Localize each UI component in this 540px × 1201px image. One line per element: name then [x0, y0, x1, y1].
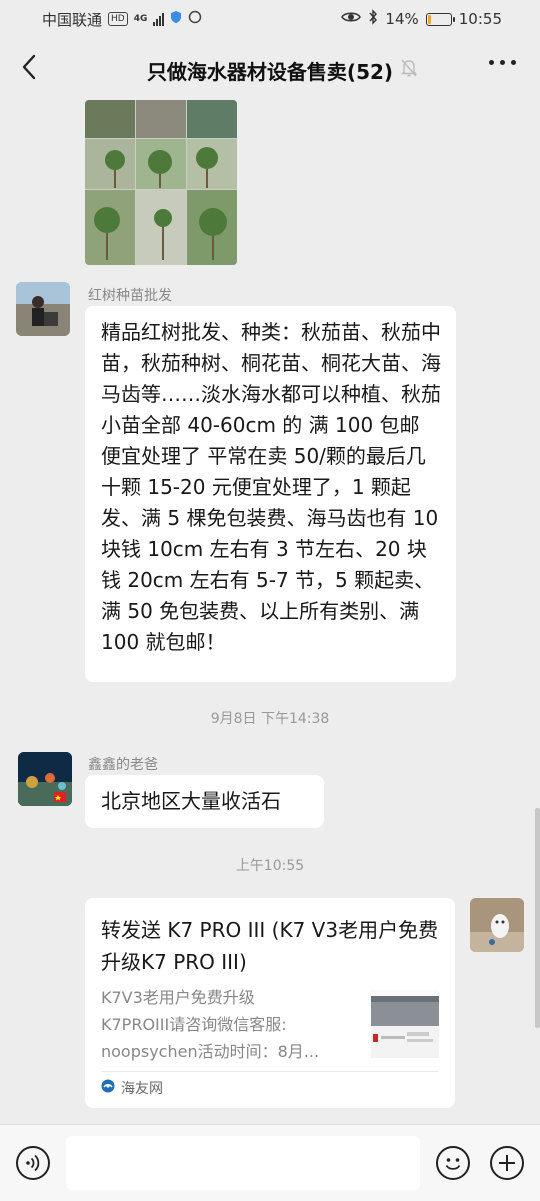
link-card[interactable]: 转发送 K7 PRO III (K7 V3老用户免费升级K7 PRO III) …	[85, 898, 455, 1108]
chat-header: 只做海水器材设备售卖(52)	[0, 38, 540, 100]
avatar[interactable]	[16, 282, 70, 336]
sender-name: 鑫鑫的老爸	[88, 757, 158, 773]
status-bar: 中国联通 HD 4G 14% 10:55	[0, 0, 540, 38]
link-card-source: 海友网	[101, 1078, 163, 1098]
message-text: 精品红树批发、种类：秋茄苗、秋茄中苗，秋茄种树、桐花苗、桐花大苗、海马齿等……淡…	[101, 320, 441, 654]
network-label: 4G	[133, 14, 148, 24]
link-card-description: K7V3老用户免费升级 K7PROIII请咨询微信客服: noopsychen活…	[101, 984, 356, 1065]
plus-icon[interactable]	[490, 1146, 524, 1180]
message-list[interactable]: 红树种苗批发 精品红树批发、种类：秋茄苗、秋茄中苗，秋茄种树、桐花苗、桐花大苗、…	[0, 100, 540, 1124]
circle-icon	[188, 10, 202, 28]
shield-icon	[170, 10, 182, 28]
scrollbar[interactable]	[535, 808, 540, 1028]
battery-icon	[425, 12, 455, 26]
link-card-thumbnail	[371, 990, 439, 1058]
timestamp: 上午10:55	[235, 858, 305, 874]
more-dots-icon[interactable]	[489, 60, 516, 65]
link-card-desc-line: K7V3老用户免费升级	[101, 988, 255, 1007]
bluetooth-icon	[368, 9, 378, 29]
avatar[interactable]	[18, 752, 72, 806]
hd-badge: HD	[108, 12, 128, 26]
voice-icon[interactable]	[16, 1146, 50, 1180]
chat-title[interactable]: 只做海水器材设备售卖(52)	[0, 56, 540, 85]
eye-icon	[341, 10, 362, 28]
clock: 10:55	[458, 10, 502, 28]
link-card-desc-line: K7PROIII请咨询微信客服:	[101, 1015, 287, 1034]
link-card-title: 转发送 K7 PRO III (K7 V3老用户免费升级K7 PRO III)	[101, 918, 439, 974]
timestamp: 9月8日 下午14:38	[210, 711, 330, 727]
message-input[interactable]	[66, 1136, 420, 1190]
carrier-label: 中国联通	[42, 10, 103, 29]
sender-name: 红树种苗批发	[88, 288, 172, 304]
input-bar	[0, 1124, 540, 1201]
message-text: 北京地区大量收活石	[101, 789, 281, 813]
mute-bell-icon	[400, 58, 418, 82]
self-avatar[interactable]	[470, 898, 524, 952]
image-message[interactable]	[85, 100, 237, 265]
site-logo-icon	[101, 1079, 115, 1097]
message-bubble[interactable]: 精品红树批发、种类：秋茄苗、秋茄中苗，秋茄种树、桐花苗、桐花大苗、海马齿等……淡…	[85, 306, 456, 682]
battery-fill	[427, 14, 431, 24]
link-card-desc-line: noopsychen活动时间：8月...	[101, 1042, 320, 1061]
link-card-source-name: 海友网	[121, 1081, 163, 1097]
emoji-icon[interactable]	[436, 1146, 470, 1180]
divider	[101, 1071, 439, 1072]
signal-icon	[153, 12, 165, 26]
message-bubble[interactable]: 北京地区大量收活石	[85, 775, 324, 828]
battery-percent: 14%	[385, 10, 419, 28]
